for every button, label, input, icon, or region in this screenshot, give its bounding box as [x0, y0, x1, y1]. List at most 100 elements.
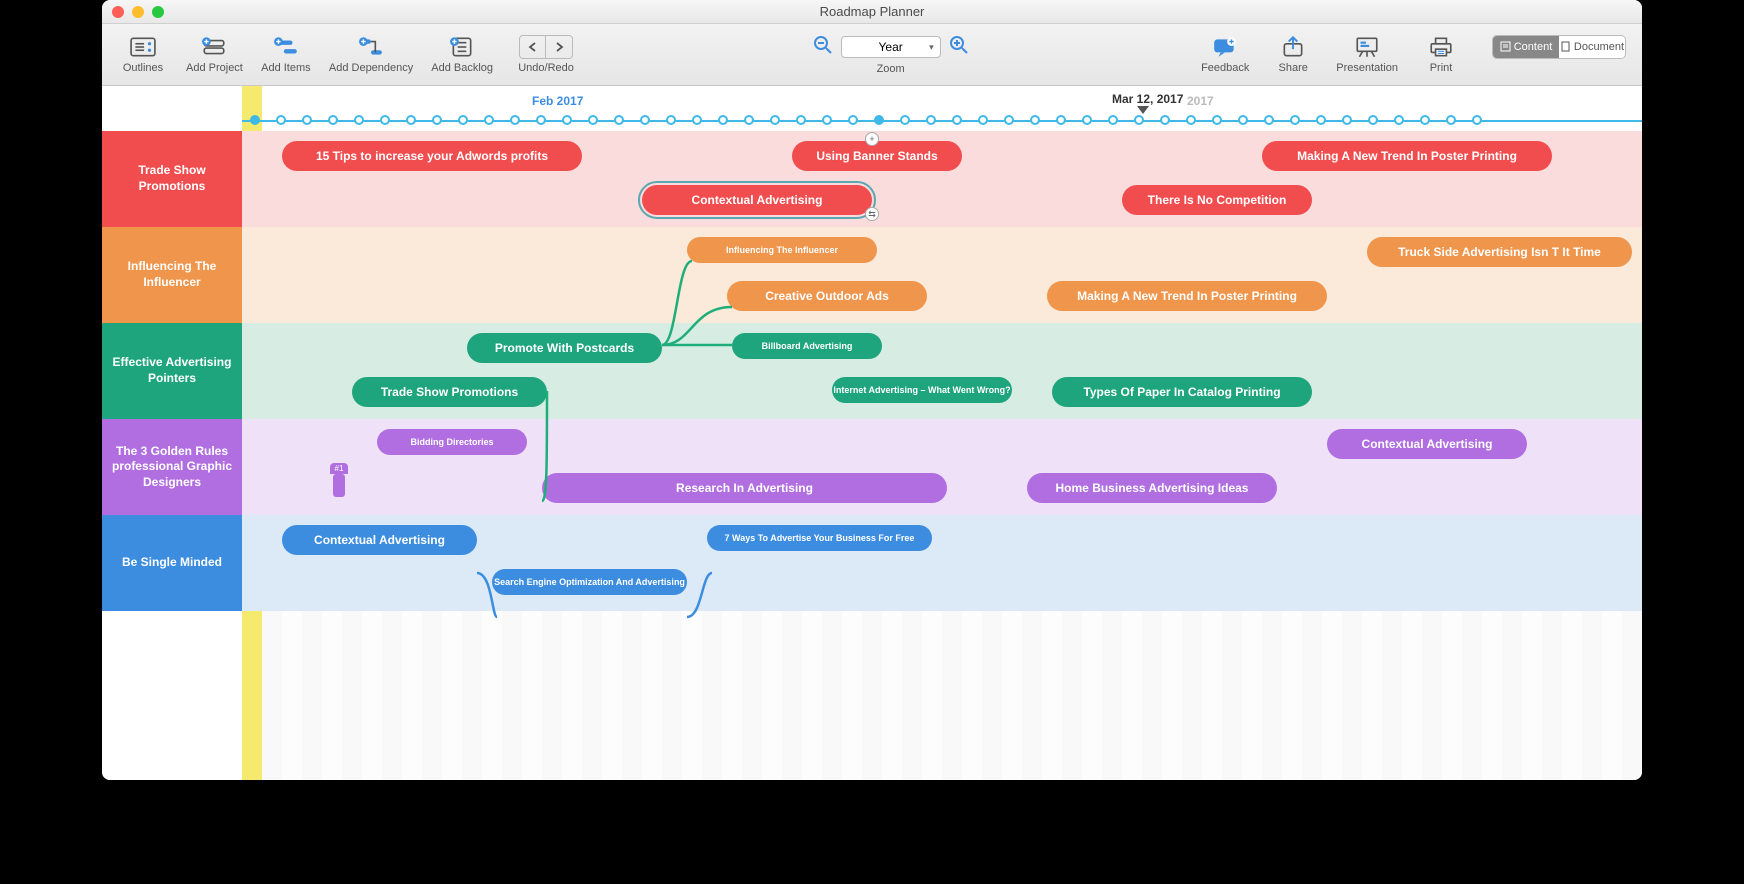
timeline-date-faded: 2017 — [1187, 94, 1214, 108]
timeline-tick[interactable] — [1186, 115, 1196, 125]
timeline-tick[interactable] — [1342, 115, 1352, 125]
roadmap-item[interactable]: Promote With Postcards — [467, 333, 662, 363]
roadmap-item[interactable]: 7 Ways To Advertise Your Business For Fr… — [707, 525, 932, 551]
roadmap-item[interactable]: Home Business Advertising Ideas — [1027, 473, 1277, 503]
lane-label-1[interactable]: Influencing The Influencer — [102, 227, 242, 323]
lane-label-3[interactable]: The 3 Golden Rules professional Graphic … — [102, 419, 242, 515]
timeline-tick[interactable] — [1082, 115, 1092, 125]
roadmap-item[interactable]: Internet Advertising – What Went Wrong? — [832, 377, 1012, 403]
timeline-tick[interactable] — [484, 115, 494, 125]
timeline-tick[interactable] — [1290, 115, 1300, 125]
timeline-tick[interactable] — [978, 115, 988, 125]
timeline-tick[interactable] — [1160, 115, 1170, 125]
timeline-tick[interactable] — [536, 115, 546, 125]
presentation-button[interactable]: Presentation — [1336, 35, 1398, 75]
timeline-tick[interactable] — [1368, 115, 1378, 125]
lane-label-0[interactable]: Trade Show Promotions — [102, 131, 242, 227]
outlines-button[interactable]: Outlines — [118, 35, 168, 74]
timeline-tick[interactable] — [1394, 115, 1404, 125]
undo-button[interactable] — [520, 36, 546, 58]
feedback-button[interactable]: Feedback — [1200, 35, 1250, 75]
timeline-tick[interactable] — [822, 115, 832, 125]
roadmap-item[interactable]: Trade Show Promotions — [352, 377, 547, 407]
timeline-tick[interactable] — [354, 115, 364, 125]
roadmap-item[interactable]: Contextual Advertising — [1327, 429, 1527, 459]
add-items-button[interactable]: Add Items — [261, 35, 311, 74]
document-tab[interactable]: Document — [1559, 36, 1625, 58]
timeline-tick[interactable] — [432, 115, 442, 125]
add-dependency-button[interactable]: Add Dependency — [329, 35, 413, 74]
timeline-tick[interactable] — [380, 115, 390, 125]
timeline-tick[interactable] — [614, 115, 624, 125]
roadmap-item[interactable]: Research In Advertising — [542, 473, 947, 503]
roadmap-item[interactable]: Bidding Directories — [377, 429, 527, 455]
timeline-tick[interactable] — [796, 115, 806, 125]
zoom-level-select[interactable]: Year — [841, 36, 941, 58]
timeline-tick[interactable] — [328, 115, 338, 125]
roadmap-item[interactable]: Using Banner Stands — [792, 141, 962, 171]
timeline-tick[interactable] — [302, 115, 312, 125]
timeline-tick[interactable] — [1134, 115, 1144, 125]
roadmap-item[interactable]: Contextual Advertising — [282, 525, 477, 555]
timeline-date-right: Mar 12, 2017 — [1112, 92, 1183, 106]
roadmap-canvas[interactable]: Feb 2017 Mar 12, 2017 2017 Trade Show Pr… — [102, 86, 1642, 780]
minimize-window-button[interactable] — [132, 6, 144, 18]
milestone-marker[interactable]: #1 — [330, 463, 348, 497]
timeline-tick[interactable] — [952, 115, 962, 125]
timeline-tick[interactable] — [588, 115, 598, 125]
timeline-tick[interactable] — [744, 115, 754, 125]
roadmap-item[interactable]: Making A New Trend In Poster Printing — [1047, 281, 1327, 311]
timeline-tick[interactable] — [926, 115, 936, 125]
timeline-tick[interactable] — [666, 115, 676, 125]
roadmap-item[interactable]: Truck Side Advertising Isn T It Time — [1367, 237, 1632, 267]
roadmap-item[interactable]: Billboard Advertising — [732, 333, 882, 359]
timeline-tick[interactable] — [276, 115, 286, 125]
redo-button[interactable] — [546, 36, 572, 58]
timeline-tick[interactable] — [1316, 115, 1326, 125]
timeline-tick[interactable] — [1420, 115, 1430, 125]
roadmap-item[interactable]: There Is No Competition — [1122, 185, 1312, 215]
add-project-button[interactable]: Add Project — [186, 35, 243, 74]
item-move-handle[interactable]: ⇆ — [865, 207, 879, 221]
timeline-tick[interactable] — [770, 115, 780, 125]
timeline-tick[interactable] — [1264, 115, 1274, 125]
print-button[interactable]: Print — [1416, 35, 1466, 75]
roadmap-item[interactable]: Contextual Advertising — [642, 185, 872, 215]
lane-label-4[interactable]: Be Single Minded — [102, 515, 242, 611]
roadmap-item[interactable]: Search Engine Optimization And Advertisi… — [492, 569, 687, 595]
share-button[interactable]: Share — [1268, 35, 1318, 75]
timeline-tick[interactable] — [718, 115, 728, 125]
roadmap-item[interactable]: Types Of Paper In Catalog Printing — [1052, 377, 1312, 407]
close-window-button[interactable] — [112, 6, 124, 18]
add-backlog-button[interactable]: Add Backlog — [431, 35, 493, 74]
timeline-tick[interactable] — [1030, 115, 1040, 125]
timeline-tick[interactable] — [1004, 115, 1014, 125]
roadmap-item[interactable]: 15 Tips to increase your Adwords profits — [282, 141, 582, 171]
timeline-tick[interactable] — [1212, 115, 1222, 125]
lane-label-2[interactable]: Effective Advertising Pointers — [102, 323, 242, 419]
timeline-tick[interactable] — [874, 115, 884, 125]
timeline-tick[interactable] — [562, 115, 572, 125]
maximize-window-button[interactable] — [152, 6, 164, 18]
content-tab[interactable]: Content — [1493, 36, 1559, 58]
item-add-handle[interactable]: + — [865, 132, 879, 146]
timeline-ticks[interactable] — [242, 114, 1642, 126]
timeline-tick[interactable] — [1056, 115, 1066, 125]
zoom-in-button[interactable] — [949, 35, 969, 60]
roadmap-item[interactable]: Making A New Trend In Poster Printing — [1262, 141, 1552, 171]
zoom-out-button[interactable] — [813, 35, 833, 60]
timeline-tick[interactable] — [250, 115, 260, 125]
timeline-tick[interactable] — [1446, 115, 1456, 125]
timeline-tick[interactable] — [1238, 115, 1248, 125]
timeline-tick[interactable] — [1108, 115, 1118, 125]
timeline-tick[interactable] — [900, 115, 910, 125]
timeline-tick[interactable] — [510, 115, 520, 125]
roadmap-item[interactable]: Creative Outdoor Ads — [727, 281, 927, 311]
timeline-tick[interactable] — [848, 115, 858, 125]
timeline-tick[interactable] — [692, 115, 702, 125]
timeline-tick[interactable] — [1472, 115, 1482, 125]
timeline-tick[interactable] — [406, 115, 416, 125]
timeline-tick[interactable] — [640, 115, 650, 125]
timeline-tick[interactable] — [458, 115, 468, 125]
roadmap-item[interactable]: Influencing The Influencer — [687, 237, 877, 263]
